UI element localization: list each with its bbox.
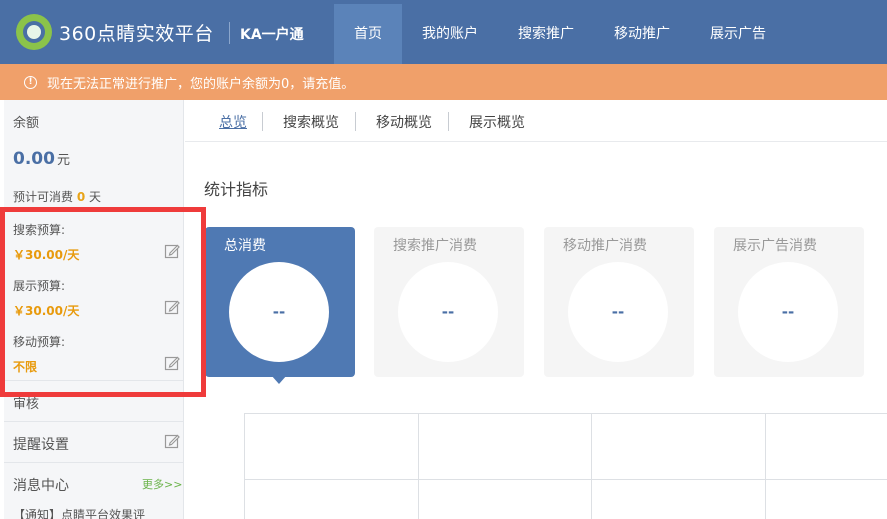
balance-label: 余额 — [13, 116, 40, 131]
divider — [4, 208, 183, 209]
card-value: -- — [398, 262, 498, 362]
nav-home[interactable]: 首页 — [334, 4, 402, 64]
table-cell — [245, 414, 419, 480]
card-value: -- — [568, 262, 668, 362]
metric-card-total[interactable]: 总消费 -- — [205, 227, 355, 377]
table-cell — [419, 480, 592, 519]
card-title: 总消费 — [224, 238, 266, 254]
edit-reminder-icon[interactable] — [164, 433, 180, 449]
edit-mobile-budget-icon[interactable] — [164, 355, 180, 371]
search-budget-label: 搜索预算: — [13, 223, 66, 237]
balance-value: 0.00 元 — [13, 149, 70, 169]
table-cell — [766, 480, 887, 519]
stats-table — [244, 413, 887, 519]
message-more-link[interactable]: 更多>> — [142, 476, 182, 492]
nav-mobile-promotion[interactable]: 移动推广 — [594, 4, 690, 64]
forecast-days: 预计可消费 0 天 — [13, 190, 102, 204]
reminder-settings-label[interactable]: 提醒设置 — [13, 434, 69, 454]
table-cell — [419, 414, 592, 480]
divider — [4, 380, 183, 381]
table-cell — [592, 480, 766, 519]
nav-my-account[interactable]: 我的账户 — [402, 4, 498, 64]
card-value: -- — [738, 262, 838, 362]
logo-divider — [229, 22, 230, 44]
metric-card-search[interactable]: 搜索推广消费 -- — [374, 227, 524, 377]
table-cell — [245, 480, 419, 519]
review-label[interactable]: 审核 — [13, 393, 39, 412]
edit-search-budget-icon[interactable] — [164, 243, 180, 259]
logo[interactable]: 360点睛实效平台 — [16, 14, 214, 50]
top-bar: 360点睛实效平台 KA一户通 首页 我的账户 搜索推广 移动推广 展示广告 — [0, 0, 887, 64]
balance-alert-bar: ! 现在无法正常进行推广，您的账户余额为0，请充值。 — [0, 64, 887, 100]
product-subtitle: KA一户通 — [240, 27, 304, 43]
metric-card-mobile[interactable]: 移动推广消费 -- — [544, 227, 694, 377]
alert-text: 现在无法正常进行推广，您的账户余额为0，请充值。 — [47, 76, 355, 92]
divider — [4, 421, 183, 422]
account-sidebar: 余额 0.00 元 预计可消费 0 天 搜索预算: ￥30.00/天 展示预算: … — [4, 100, 184, 519]
search-budget-value: ￥30.00/天 — [13, 248, 80, 262]
card-title: 移动推广消费 — [563, 238, 647, 254]
table-cell — [592, 414, 766, 480]
notice-item[interactable]: 【通知】点睛平台效果评 — [13, 506, 145, 519]
tab-display-overview[interactable]: 展示概览 — [469, 112, 525, 132]
display-budget-label: 展示预算: — [13, 279, 66, 293]
main-content: 总览 搜索概览 移动概览 展示概览 统计指标 总消费 -- 搜索推广消费 -- … — [185, 100, 887, 519]
active-card-pointer — [271, 375, 287, 384]
nav-search-promotion[interactable]: 搜索推广 — [498, 4, 594, 64]
card-title: 搜索推广消费 — [393, 238, 477, 254]
tab-divider — [355, 112, 356, 131]
main-nav: 首页 我的账户 搜索推广 移动推广 展示广告 — [334, 4, 786, 64]
display-budget-value: ￥30.00/天 — [13, 304, 80, 318]
logo-text: 360点睛实效平台 — [59, 22, 214, 45]
mobile-budget-value: 不限 — [13, 360, 38, 374]
table-cell — [766, 414, 887, 480]
nav-display-ads[interactable]: 展示广告 — [690, 4, 786, 64]
tab-mobile-overview[interactable]: 移动概览 — [376, 112, 432, 132]
overview-tabs: 总览 搜索概览 移动概览 展示概览 — [185, 100, 887, 142]
tab-divider — [448, 112, 449, 131]
card-title: 展示广告消费 — [733, 238, 817, 254]
card-value: -- — [229, 262, 329, 362]
edit-display-budget-icon[interactable] — [164, 299, 180, 315]
metric-card-display[interactable]: 展示广告消费 -- — [714, 227, 864, 377]
tab-divider — [262, 112, 263, 131]
tab-overview[interactable]: 总览 — [219, 112, 247, 132]
message-center-label: 消息中心 — [13, 478, 69, 494]
logo-360-icon — [16, 14, 52, 50]
tab-search-overview[interactable]: 搜索概览 — [283, 112, 339, 132]
section-title: 统计指标 — [204, 180, 269, 199]
exclamation-circle-icon: ! — [24, 75, 37, 89]
divider — [4, 462, 183, 463]
mobile-budget-label: 移动预算: — [13, 335, 66, 349]
